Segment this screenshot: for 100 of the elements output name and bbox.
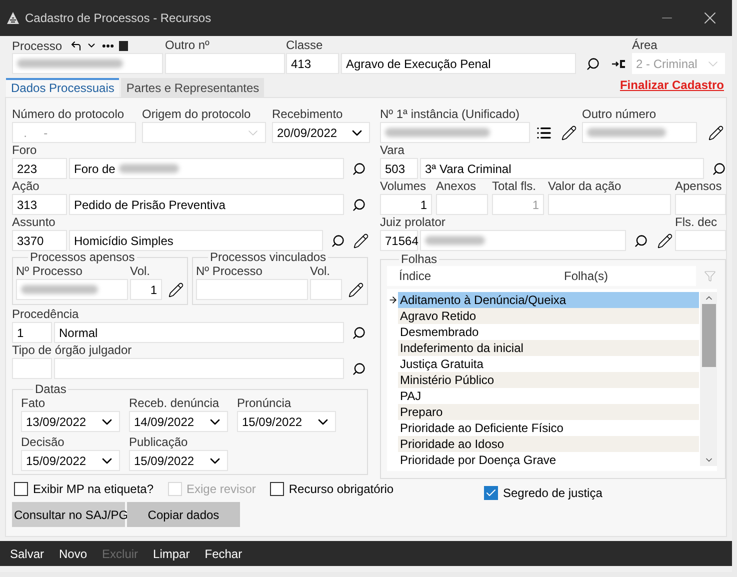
list-icon[interactable]	[536, 125, 552, 141]
text-field[interactable]: Homicídio Simples	[69, 230, 323, 251]
pencil-icon[interactable]	[168, 282, 184, 298]
text-field[interactable]	[582, 122, 697, 143]
text-field[interactable]: 223	[12, 158, 67, 179]
text-field[interactable]: Normal	[54, 322, 344, 343]
toolbar-button[interactable]: Novo	[59, 544, 88, 562]
checkbox[interactable]	[14, 482, 28, 496]
text-field[interactable]: 71564	[380, 230, 418, 251]
text-field[interactable]	[548, 194, 671, 215]
field-value: Pedido de Prisão Preventiva	[74, 196, 226, 214]
column-header[interactable]: Folha(s)	[564, 267, 608, 285]
search-icon[interactable]	[352, 198, 366, 212]
text-field[interactable]	[675, 230, 726, 251]
checkbox-label: Exige revisor	[186, 481, 256, 498]
date-picker[interactable]: 20/09/2022	[272, 122, 370, 143]
dropdown-value: 2 - Criminal	[636, 56, 698, 72]
text-field[interactable]: 503	[380, 158, 418, 179]
text-field[interactable]	[12, 53, 163, 74]
date-value: 15/09/2022	[134, 452, 194, 470]
date-picker[interactable]: 15/09/2022	[129, 450, 228, 471]
date-picker[interactable]: 14/09/2022	[129, 411, 228, 432]
search-icon[interactable]	[586, 56, 600, 70]
pencil-icon[interactable]	[348, 282, 364, 298]
search-icon[interactable]	[331, 234, 345, 248]
text-field[interactable]: Foro de	[69, 158, 344, 179]
field-label: Total fls.	[492, 179, 538, 194]
toolbar-button[interactable]: Limpar	[153, 544, 190, 562]
search-icon[interactable]	[352, 326, 366, 340]
window-title: Cadastro de Processos - Recursos	[25, 10, 212, 27]
scrollbar-thumb[interactable]	[702, 304, 716, 367]
date-picker[interactable]: 15/09/2022	[21, 450, 120, 471]
text-field[interactable]: 3ª Vara Criminal	[420, 158, 704, 179]
toolbar-button[interactable]: Salvar	[10, 544, 44, 562]
field-label: Ação	[12, 179, 40, 194]
toolbar-button[interactable]: Fechar	[204, 544, 242, 562]
date-value: 15/09/2022	[242, 414, 302, 430]
field-label: Processo	[12, 38, 62, 54]
text-field[interactable]	[436, 194, 488, 215]
text-field[interactable]: 1	[380, 194, 432, 215]
field-label: Vara	[380, 143, 406, 158]
checkbox[interactable]	[484, 486, 498, 500]
scrollbar[interactable]	[700, 292, 717, 466]
search-icon[interactable]	[352, 362, 366, 376]
text-field[interactable]	[310, 279, 342, 300]
pencil-icon[interactable]	[353, 232, 369, 248]
field-label: Apensos	[675, 179, 723, 194]
text-field[interactable]: 3370	[12, 230, 67, 251]
pin-icon[interactable]	[612, 58, 626, 68]
text-field[interactable]: Pedido de Prisão Preventiva	[69, 194, 344, 215]
checkbox-label: Exibir MP na etiqueta?	[33, 481, 154, 498]
field-label: Volumes	[380, 179, 428, 194]
field-label: Receb. denúncia	[129, 396, 220, 411]
field-label: Pronúncia	[237, 396, 292, 411]
field-label: Origem do protocolo	[142, 107, 252, 122]
text-field[interactable]	[54, 358, 344, 379]
check-icon	[485, 487, 497, 499]
stop-icon[interactable]	[119, 40, 128, 50]
tab[interactable]: Partes e Representantes	[121, 78, 264, 97]
field-label: Número do protocolo	[12, 107, 126, 122]
search-icon[interactable]	[634, 234, 648, 248]
text-field[interactable]: 1	[130, 279, 162, 300]
checkbox[interactable]	[270, 482, 284, 496]
field-label: Fato	[21, 396, 46, 411]
text-field[interactable]	[12, 358, 52, 379]
text-field[interactable]	[165, 53, 285, 74]
field-label: Nº 1ª instância (Unificado)	[380, 107, 521, 122]
finalize-link[interactable]: Finalizar Cadastro	[620, 76, 724, 94]
column-header[interactable]: Índice	[399, 267, 564, 285]
text-field[interactable]	[196, 279, 308, 300]
pencil-icon[interactable]	[708, 125, 724, 141]
field-label: Tipo de órgão julgador	[12, 343, 133, 358]
pencil-icon[interactable]	[657, 232, 673, 248]
field-label: Valor da ação	[548, 179, 622, 194]
undo-icon[interactable]	[70, 40, 82, 52]
action-button[interactable]: Consultar no SAJ/PG	[12, 502, 125, 527]
date-picker[interactable]: 15/09/2022	[237, 411, 336, 432]
date-picker[interactable]: 13/09/2022	[21, 411, 120, 432]
field-label: Procedência	[12, 307, 80, 322]
action-button[interactable]: Copiar dados	[127, 502, 240, 527]
logo-icon	[6, 11, 20, 25]
text-field[interactable]	[420, 230, 626, 251]
text-field[interactable]	[380, 122, 530, 143]
pencil-icon[interactable]	[561, 125, 577, 141]
checkbox-label: Recurso obrigatório	[288, 481, 394, 498]
field-label: Nº Processo	[16, 264, 84, 279]
checkbox-label: Segredo de justiça	[503, 485, 602, 502]
text-field[interactable]	[16, 279, 128, 300]
text-field[interactable]: 1	[12, 322, 52, 343]
field-label: Vol.	[310, 264, 330, 279]
field-label: Recebimento	[272, 107, 344, 122]
group-title: Datas	[34, 383, 68, 396]
field-value: Foro de	[74, 160, 116, 178]
tab[interactable]: Dados Processuais	[6, 78, 120, 97]
search-icon[interactable]	[352, 162, 366, 176]
search-icon[interactable]	[712, 162, 726, 176]
text-field[interactable]	[675, 194, 726, 215]
text-field[interactable]: 313	[12, 194, 67, 215]
text-field[interactable]: Agravo de Execução Penal	[341, 53, 576, 74]
text-field[interactable]: 413	[286, 53, 339, 74]
